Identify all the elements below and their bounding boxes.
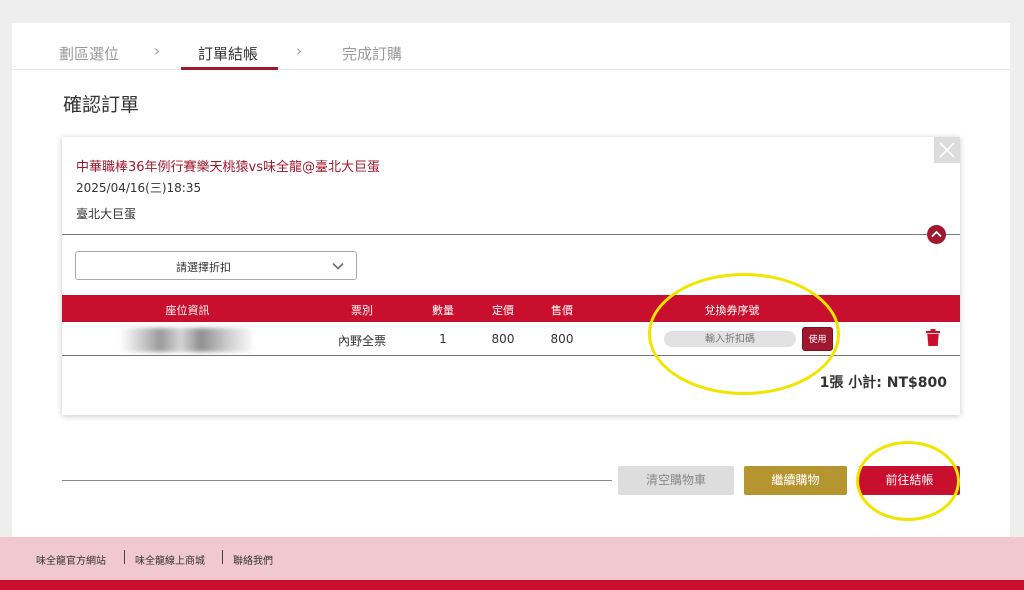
seat-info-blurred [120,328,255,352]
checkout-button[interactable]: 前往結帳 [859,466,960,495]
step-order-checkout[interactable]: 訂單結帳 [198,43,258,64]
chevron-up-icon [931,230,942,238]
table-row: 內野全票 1 800 800 使用 [62,322,960,356]
close-icon [939,142,955,158]
active-step-indicator [181,67,278,70]
column-header-ticket-type: 票別 [351,304,373,317]
divider [62,480,612,481]
chevron-right-icon: › [296,42,302,60]
event-title: 中華職棒36年例行賽樂天桃猿vs味全龍@臺北大巨蛋 [76,160,381,175]
column-header-quantity: 數量 [432,304,454,317]
continue-shopping-button[interactable]: 繼續購物 [744,466,847,495]
divider [62,234,960,235]
footer-separator [222,550,223,564]
step-order-complete: 完成訂購 [342,45,403,63]
column-header-sale-price: 售價 [551,304,573,317]
footer: 味全龍官方網站 味全龍線上商城 聯絡我們 [0,537,1024,580]
event-datetime: 2025/04/16(三)18:35 [76,181,202,195]
footer-bottom-bar [0,580,1024,590]
chevron-right-icon: › [154,42,160,60]
column-header-coupon-code: 兌換券序號 [704,304,760,317]
progress-steps: 劃區選位 › 訂單結帳 › 完成訂購 [12,23,1010,70]
column-header-seat: 座位資訊 [165,304,210,317]
discount-select[interactable]: 請選擇折扣 [75,251,357,280]
clear-cart-button[interactable]: 清空購物車 [618,466,734,495]
footer-separator [124,550,125,564]
ticket-type-cell: 內野全票 [337,334,386,348]
list-price-cell: 800 [491,332,515,346]
apply-coupon-button[interactable]: 使用 [802,327,833,351]
footer-link-official-site[interactable]: 味全龍官方網站 [36,552,106,567]
order-item-panel: 中華職棒36年例行賽樂天桃猿vs味全龍@臺北大巨蛋 2025/04/16(三)1… [62,137,960,415]
collapse-button[interactable] [927,225,946,244]
checkout-card: 劃區選位 › 訂單結帳 › 完成訂購 確認訂單 中華職棒36年例行賽樂天桃猿vs… [12,23,1010,537]
footer-link-contact[interactable]: 聯絡我們 [233,552,273,567]
step-seat-selection[interactable]: 劃區選位 [59,43,119,64]
discount-select-label: 請選擇折扣 [176,261,231,274]
quantity-cell: 1 [439,332,447,346]
subtotal: 1張 小計: NT$800 [819,375,947,391]
chevron-down-icon [332,262,344,270]
table-header: 座位資訊 票別 數量 定價 售價 兌換券序號 [62,295,960,322]
event-venue: 臺北大巨蛋 [76,207,137,221]
column-header-list-price: 定價 [492,304,514,317]
trash-icon[interactable] [926,329,940,346]
footer-link-online-store[interactable]: 味全龍線上商城 [135,552,205,567]
page-title: 確認訂單 [63,94,140,116]
coupon-code-input[interactable] [664,331,796,347]
sale-price-cell: 800 [550,332,574,346]
close-button[interactable] [934,137,960,163]
